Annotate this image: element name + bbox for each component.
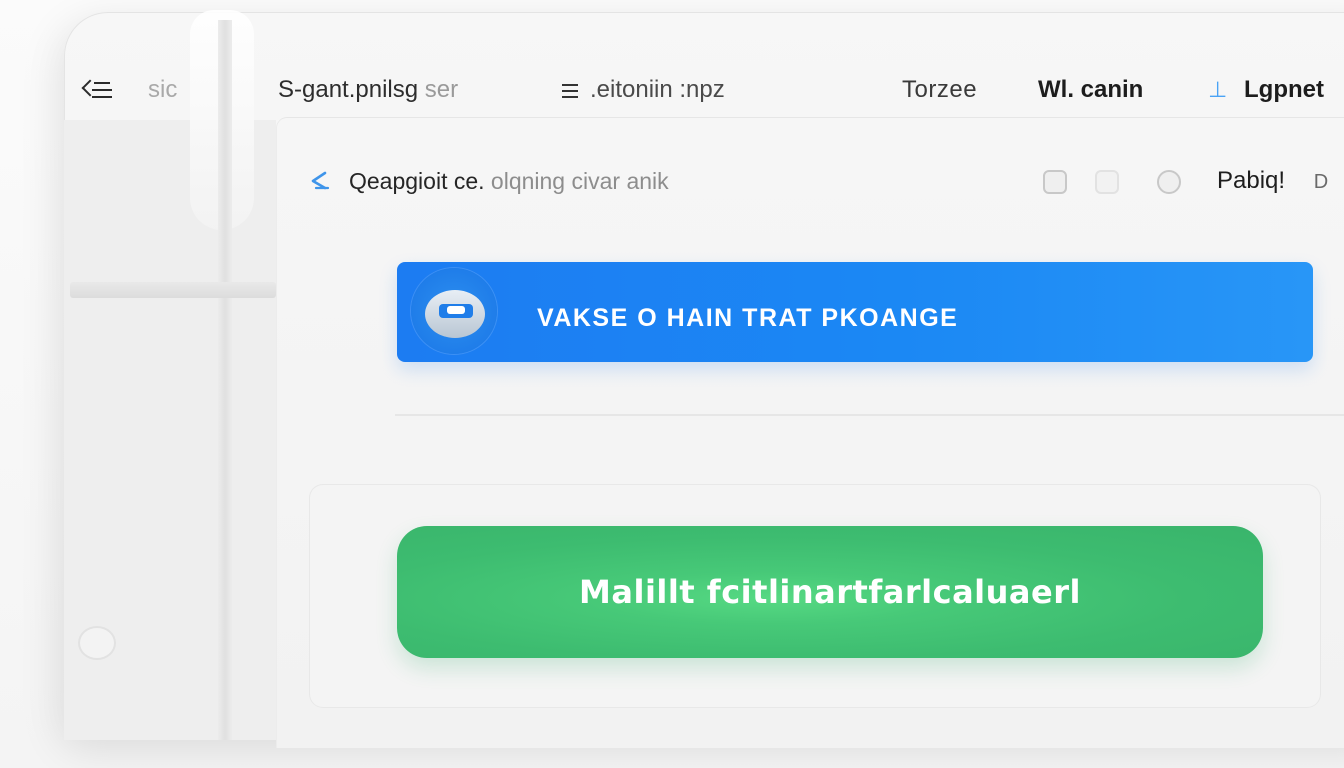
section-divider xyxy=(395,414,1344,416)
promo-banner[interactable]: VAKSE O HAIN TRAT PKOANGE xyxy=(397,262,1313,362)
stack-icon[interactable] xyxy=(1095,170,1119,194)
primary-action-button[interactable]: Malillt fcitlinartfarlcaluaerl xyxy=(397,526,1263,658)
page-title-rest: olqning civar anik xyxy=(490,168,669,194)
list-icon[interactable] xyxy=(562,82,580,98)
vr-headset-avatar-icon xyxy=(411,268,497,354)
page-title: Qeapgioit ce. olqning civar anik xyxy=(349,162,669,200)
page-title-main: Qeapgioit ce. xyxy=(349,168,485,194)
action-card: Malillt fcitlinartfarlcaluaerl xyxy=(309,484,1321,708)
window-icon[interactable] xyxy=(1043,170,1067,194)
back-arrow-icon[interactable] xyxy=(307,168,333,194)
sidebar-pole xyxy=(218,20,232,740)
nav-item-sig[interactable]: sic xyxy=(148,70,177,110)
sidebar-circle-button[interactable] xyxy=(78,626,116,660)
nav-item-segment-label: S-gant.pnilsg xyxy=(278,76,419,103)
user-label: Pabiq! xyxy=(1217,167,1286,194)
banner-text: VAKSE O HAIN TRAT PKOANGE xyxy=(537,304,959,332)
nav-tick-icon[interactable]: ⊥ xyxy=(1208,70,1227,110)
panel-header: Qeapgioit ce. olqning civar anik Pabiq! … xyxy=(277,162,1344,202)
user-suffix: D xyxy=(1313,171,1329,193)
main-panel: Qeapgioit ce. olqning civar anik Pabiq! … xyxy=(277,118,1344,748)
app-stage: sic S-gant.pnilsg ser .eitoniin :npz Tor… xyxy=(0,0,1344,768)
nav-item-torzee[interactable]: Torzee xyxy=(902,70,977,110)
nav-item-lgpnet[interactable]: Lgpnet xyxy=(1244,70,1324,110)
sidebar-crossbar xyxy=(70,282,276,298)
nav-item-eitoniin[interactable]: .eitoniin :npz xyxy=(590,70,725,110)
user-circle-icon[interactable] xyxy=(1157,170,1181,194)
nav-item-wl-canin[interactable]: Wl. canin xyxy=(1038,70,1143,110)
user-menu[interactable]: Pabiq! D xyxy=(1217,162,1328,201)
menu-back-icon[interactable] xyxy=(81,78,114,102)
top-navigation-bar: sic S-gant.pnilsg ser .eitoniin :npz Tor… xyxy=(0,70,1344,110)
nav-item-segment-suffix: ser xyxy=(424,76,459,103)
nav-item-segment[interactable]: S-gant.pnilsg ser xyxy=(278,70,458,110)
